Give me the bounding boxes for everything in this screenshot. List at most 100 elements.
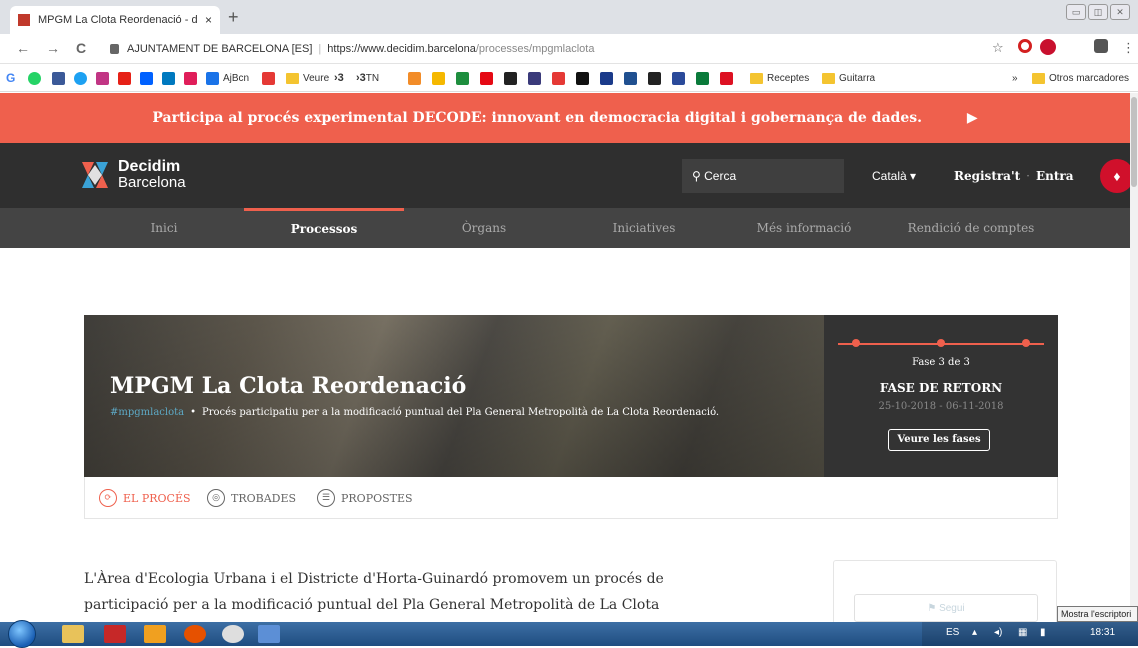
bookmark-label: 3: [337, 72, 344, 84]
bookmark-k3[interactable]: › 3: [334, 71, 344, 85]
browser-tab[interactable]: MPGM La Clota Reordenació - d ×: [10, 6, 220, 34]
process-hero: MPGM La Clota Reordenació #mpgmlaclota • P…: [84, 315, 1058, 477]
back-button[interactable]: ←: [16, 40, 30, 56]
tab-propostes[interactable]: ☰ PROPOSTES: [317, 489, 413, 507]
close-window-icon[interactable]: ✕: [1110, 4, 1130, 20]
browser-tab-bar: MPGM La Clota Reordenació - d × + ▭ ◫ ✕: [0, 0, 1138, 34]
star-bookmark-icon[interactable]: [432, 71, 449, 85]
bookmark-icon-13[interactable]: [648, 71, 665, 85]
bookmark-icon-9[interactable]: [552, 71, 569, 85]
hbo-bookmark-icon[interactable]: [504, 71, 521, 85]
keyboard-language[interactable]: ES: [946, 627, 959, 638]
url-host: https://www.decidim.barcelona: [327, 43, 476, 55]
browser-menu-icon[interactable]: ⋮: [1122, 40, 1135, 56]
logo-title: Decidim: [118, 158, 181, 175]
firefox-taskbar-icon[interactable]: [184, 625, 206, 643]
extension-icon[interactable]: [1094, 39, 1108, 53]
bookmark-icon-10[interactable]: [576, 71, 593, 85]
nav-item-processos[interactable]: Processos: [244, 208, 404, 248]
tab-label: TROBADES: [231, 491, 297, 505]
dropbox-bookmark-icon[interactable]: [140, 71, 157, 85]
maximize-icon[interactable]: ◫: [1088, 4, 1108, 20]
bookmarks-more-button[interactable]: »: [1012, 71, 1018, 85]
slack-bookmark-icon[interactable]: [184, 71, 201, 85]
decode-banner[interactable]: Participa al procés experimental DECODE:…: [0, 93, 1130, 143]
nav-item-organs[interactable]: Òrgans: [404, 208, 564, 248]
bookmark-label: Otros marcadores: [1049, 72, 1130, 84]
bookmark-label: AjBcn: [223, 72, 250, 84]
url-path: /processes/mpgmlaclota: [475, 43, 595, 55]
twitter-bookmark-icon[interactable]: [74, 71, 91, 85]
reload-button[interactable]: C: [76, 40, 86, 56]
nav-item-inici[interactable]: Inici: [84, 208, 244, 248]
whatsapp-bookmark-icon[interactable]: [28, 71, 45, 85]
scrollbar-thumb[interactable]: [1131, 97, 1137, 187]
nav-item-iniciatives[interactable]: Iniciatives: [564, 208, 724, 248]
tab-close-icon[interactable]: ×: [205, 13, 212, 27]
clock[interactable]: 18:31: [1090, 627, 1115, 638]
opera-extension-icon[interactable]: [1018, 39, 1032, 53]
page-scrollbar[interactable]: [1130, 93, 1138, 623]
new-tab-button[interactable]: +: [228, 8, 239, 26]
decidim-logo-icon: [82, 162, 108, 188]
register-link[interactable]: Registra't: [954, 169, 1020, 183]
bookmark-ajbcn[interactable]: AjBcn: [206, 71, 249, 85]
bookmark-receptes[interactable]: Receptes: [750, 71, 809, 85]
follow-button[interactable]: ⚑ Segui: [854, 594, 1038, 622]
search-input[interactable]: ⚲ Cerca: [682, 159, 844, 193]
explorer-taskbar-icon[interactable]: [62, 625, 84, 643]
bookmark-icon-16[interactable]: [720, 71, 737, 85]
view-phases-button[interactable]: Veure les fases: [888, 429, 990, 451]
netflix-bookmark-icon[interactable]: [480, 71, 497, 85]
decidim-favicon-icon: [18, 14, 30, 26]
instagram-bookmark-icon[interactable]: [96, 71, 113, 85]
bookmark-label: Veure: [303, 72, 330, 84]
tray-arrow-icon[interactable]: ▴: [972, 627, 977, 638]
address-bar[interactable]: AJUNTAMENT DE BARCELONA [ES] | https://w…: [110, 38, 960, 60]
green-bookmark-icon[interactable]: [456, 71, 473, 85]
minimize-icon[interactable]: ▭: [1066, 4, 1086, 20]
barcelona-shield-icon[interactable]: ♦: [1100, 159, 1134, 193]
site-header: Decidim Barcelona ⚲ Cerca Català ▾ Regis…: [0, 143, 1134, 208]
login-link[interactable]: Entra: [1036, 169, 1074, 183]
system-tray: ES ▴ ◂) ▦ ▮ 18:31: [922, 622, 1138, 646]
nav-item-mes-informacio[interactable]: Més informació: [724, 208, 884, 248]
decidim-logo[interactable]: Decidim Barcelona: [80, 159, 186, 191]
bookmark-icon-11[interactable]: [600, 71, 617, 85]
tab-el-proces[interactable]: ⟳ EL PROCÉS: [99, 489, 191, 507]
bookmark-veure[interactable]: Veure: [286, 71, 329, 85]
bookmark-icon-12[interactable]: [624, 71, 641, 85]
office-taskbar-icon[interactable]: [144, 625, 166, 643]
bookmark-tn[interactable]: ›3 TN: [356, 71, 379, 85]
trello-bookmark-icon[interactable]: [162, 71, 179, 85]
bookmark-icon-14[interactable]: [672, 71, 689, 85]
start-button[interactable]: [8, 620, 36, 648]
signal-icon[interactable]: ▮: [1040, 627, 1046, 638]
bookmark-icon-8[interactable]: [528, 71, 545, 85]
tab-trobades[interactable]: ◎ TROBADES: [207, 489, 296, 507]
main-navigation: Inici Processos Òrgans Iniciatives Més i…: [0, 208, 1130, 248]
rtve-bookmark-icon[interactable]: [408, 71, 425, 85]
volume-icon[interactable]: ◂): [994, 627, 1002, 638]
process-hashtag[interactable]: #mpgmlaclota: [110, 407, 184, 418]
acrobat-taskbar-icon[interactable]: [104, 625, 126, 643]
nav-item-rendicio-comptes[interactable]: Rendició de comptes: [884, 208, 1058, 248]
window-taskbar-icon[interactable]: [258, 625, 280, 643]
red-bookmark-icon[interactable]: [262, 71, 279, 85]
search-icon: ⚲: [692, 169, 705, 183]
adblock-extension-icon[interactable]: [1040, 39, 1056, 55]
bookmark-guitarra[interactable]: Guitarra: [822, 71, 875, 85]
bookmark-others[interactable]: Otros marcadores: [1032, 71, 1129, 85]
bookmark-star-icon[interactable]: ☆: [992, 40, 1004, 56]
forward-button[interactable]: →: [46, 40, 60, 56]
google-bookmark-icon[interactable]: G: [6, 71, 15, 85]
url-separator: |: [318, 43, 322, 55]
meetings-icon: ◎: [207, 489, 225, 507]
bookmark-icon-15[interactable]: [696, 71, 713, 85]
chrome-taskbar-icon[interactable]: [222, 625, 244, 643]
language-selector[interactable]: Català ▾: [872, 159, 916, 193]
facebook-bookmark-icon[interactable]: [52, 71, 69, 85]
youtube-bookmark-icon[interactable]: [118, 71, 135, 85]
process-description: Procés participatiu per a la modificació…: [202, 407, 720, 418]
network-icon[interactable]: ▦: [1018, 627, 1027, 638]
